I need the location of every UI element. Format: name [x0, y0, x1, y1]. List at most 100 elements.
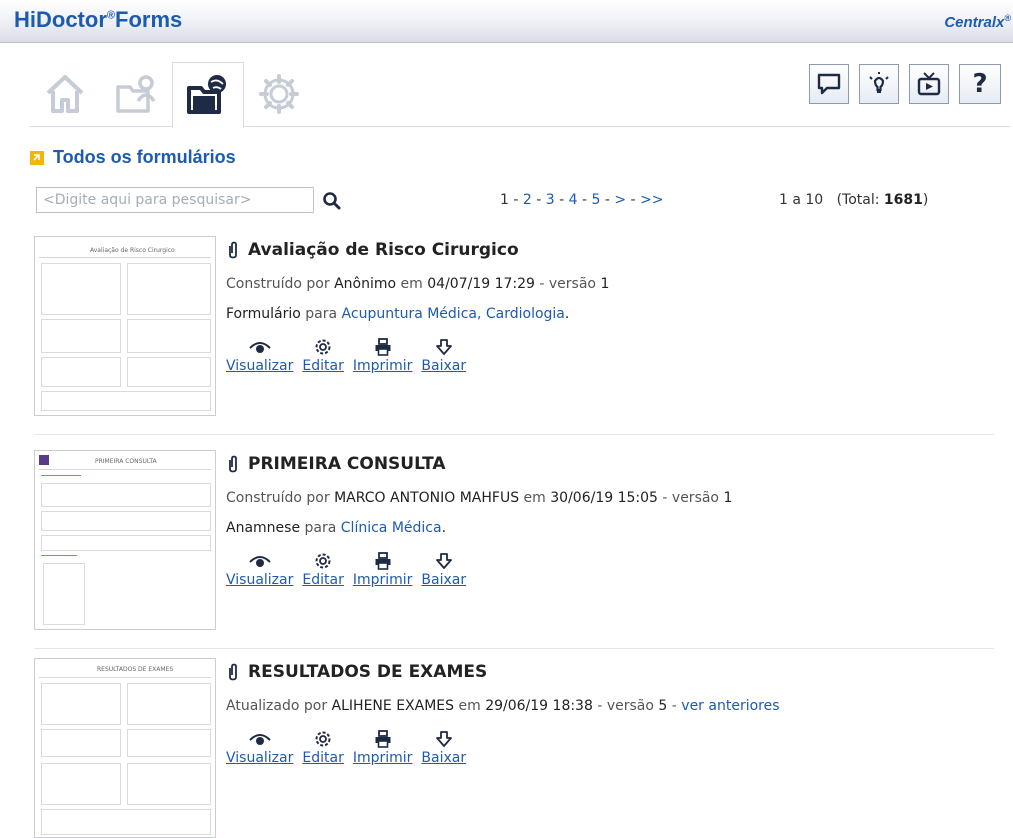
tab-settings[interactable] [244, 62, 314, 126]
page-sep: - [600, 192, 615, 208]
results-count: 1 a 10 (Total: 1681) [779, 192, 928, 208]
printer-icon [375, 730, 391, 748]
form-date: 30/06/19 15:05 [550, 490, 658, 506]
edit-action[interactable]: Editar [302, 728, 344, 766]
print-action[interactable]: Imprimir [353, 728, 413, 766]
print-action[interactable]: Imprimir [353, 336, 413, 374]
view-action[interactable]: Visualizar [226, 336, 293, 374]
form-thumbnail[interactable]: PRIMEIRA CONSULTA [34, 450, 216, 630]
meta-on: em [400, 276, 423, 292]
edit-link[interactable]: Editar [302, 750, 343, 766]
form-actions: Visualizar Editar Imprimir Baixar [226, 728, 466, 766]
form-category: Formulário para Acupuntura Médica, Cardi… [226, 306, 569, 322]
view-action[interactable]: Visualizar [226, 728, 293, 766]
meta-history-sep: - [667, 698, 682, 714]
page-sep: - [554, 192, 569, 208]
printer-icon [375, 338, 391, 356]
form-version: 1 [600, 276, 610, 292]
form-thumbnail[interactable]: Avaliação de Risco Cirurgico [34, 236, 216, 416]
page-sep: - [626, 192, 641, 208]
download-action[interactable]: Baixar [421, 728, 466, 766]
download-link[interactable]: Baixar [421, 750, 466, 766]
page-last-link[interactable]: >> [640, 192, 663, 208]
pagination: 1 - 2 - 3 - 4 - 5 - > - >> [500, 192, 664, 208]
search-input[interactable] [36, 187, 314, 213]
download-action[interactable]: Baixar [421, 336, 466, 374]
tab-forms[interactable] [172, 62, 244, 128]
view-action[interactable]: Visualizar [226, 550, 293, 588]
form-title-text: RESULTADOS DE EXAMES [248, 662, 488, 682]
form-card: RESULTADOS DE EXAMES RESULTADOS DE EXAME… [34, 658, 994, 838]
form-title[interactable]: Avaliação de Risco Cirurgico [226, 240, 519, 260]
form-title-text: Avaliação de Risco Cirurgico [248, 240, 519, 260]
form-version: 1 [723, 490, 733, 506]
search-button[interactable] [320, 189, 344, 213]
meta-on: em [523, 490, 546, 506]
print-link[interactable]: Imprimir [353, 572, 413, 588]
app-brand: HiDoctor®Forms [14, 7, 182, 33]
lightbulb-icon [869, 72, 889, 93]
brand-suffix: Forms [115, 7, 183, 32]
section-title-text: Todos os formulários [53, 147, 236, 167]
page-current: 1 [500, 192, 509, 208]
form-title[interactable]: PRIMEIRA CONSULTA [226, 454, 446, 474]
form-category: Anamnese para Clínica Médica. [226, 520, 446, 536]
download-link[interactable]: Baixar [421, 358, 466, 374]
form-title[interactable]: RESULTADOS DE EXAMES [226, 662, 487, 682]
page-link-3[interactable]: 3 [546, 192, 555, 208]
page-link-4[interactable]: 4 [569, 192, 578, 208]
edit-action[interactable]: Editar [302, 336, 344, 374]
edit-action[interactable]: Editar [302, 550, 344, 588]
thumbnail-logo [39, 455, 49, 465]
view-link[interactable]: Visualizar [226, 750, 293, 766]
form-thumbnail[interactable]: RESULTADOS DE EXAMES [34, 658, 216, 838]
download-action[interactable]: Baixar [421, 550, 466, 588]
download-arrow-icon [435, 553, 452, 569]
brand-name: HiDoctor [14, 7, 107, 32]
form-type: Anamnese [226, 520, 301, 536]
print-link[interactable]: Imprimir [353, 750, 413, 766]
form-author: ALIHENE EXAMES [331, 698, 455, 714]
form-specialties-link[interactable]: Acupuntura Médica, Cardiologia [342, 306, 565, 322]
tab-home[interactable] [30, 62, 100, 126]
previous-versions-link[interactable]: ver anteriores [681, 698, 779, 714]
help-button[interactable]: ? [959, 64, 1001, 104]
section-title: Todos os formulários [30, 147, 236, 168]
home-icon [46, 75, 84, 113]
vendor-logo[interactable]: Centralx® [944, 13, 1011, 31]
form-specialties-link[interactable]: Clínica Médica [341, 520, 442, 536]
thumbnail-title: RESULTADOS DE EXAMES [97, 666, 174, 673]
form-actions: Visualizar Editar Imprimir Baixar [226, 336, 466, 374]
meta-version-label: - versão [539, 276, 596, 292]
results-range: 1 a 10 [779, 192, 824, 208]
edit-link[interactable]: Editar [302, 572, 343, 588]
form-card: Avaliação de Risco Cirurgico Avaliação d… [34, 236, 994, 435]
app-titlebar: HiDoctor®Forms Centralx® [0, 0, 1013, 43]
download-arrow-icon [435, 731, 452, 747]
feedback-button[interactable] [809, 64, 849, 104]
form-date: 04/07/19 17:29 [427, 276, 535, 292]
view-link[interactable]: Visualizar [226, 572, 293, 588]
search-icon [323, 192, 341, 210]
meta-verb: Construído por [226, 490, 330, 506]
download-link[interactable]: Baixar [421, 572, 466, 588]
form-title-text: PRIMEIRA CONSULTA [248, 454, 446, 474]
videos-button[interactable] [909, 64, 949, 104]
tab-patients[interactable] [102, 62, 172, 126]
form-actions: Visualizar Editar Imprimir Baixar [226, 550, 466, 588]
results-total-label: (Total: [836, 192, 884, 208]
edit-link[interactable]: Editar [302, 358, 343, 374]
paperclip-icon [229, 663, 237, 681]
view-link[interactable]: Visualizar [226, 358, 293, 374]
page-next-link[interactable]: > [614, 192, 626, 208]
meta-end: . [564, 306, 570, 322]
print-link[interactable]: Imprimir [353, 358, 413, 374]
form-meta: Atualizado por ALIHENE EXAMES em 29/06/1… [226, 698, 780, 714]
meta-para: para [304, 520, 337, 536]
form-author: Anônimo [334, 276, 397, 292]
gear-icon [315, 731, 331, 747]
page-link-2[interactable]: 2 [523, 192, 532, 208]
tips-button[interactable] [859, 64, 899, 104]
print-action[interactable]: Imprimir [353, 550, 413, 588]
tv-video-icon [917, 72, 941, 96]
